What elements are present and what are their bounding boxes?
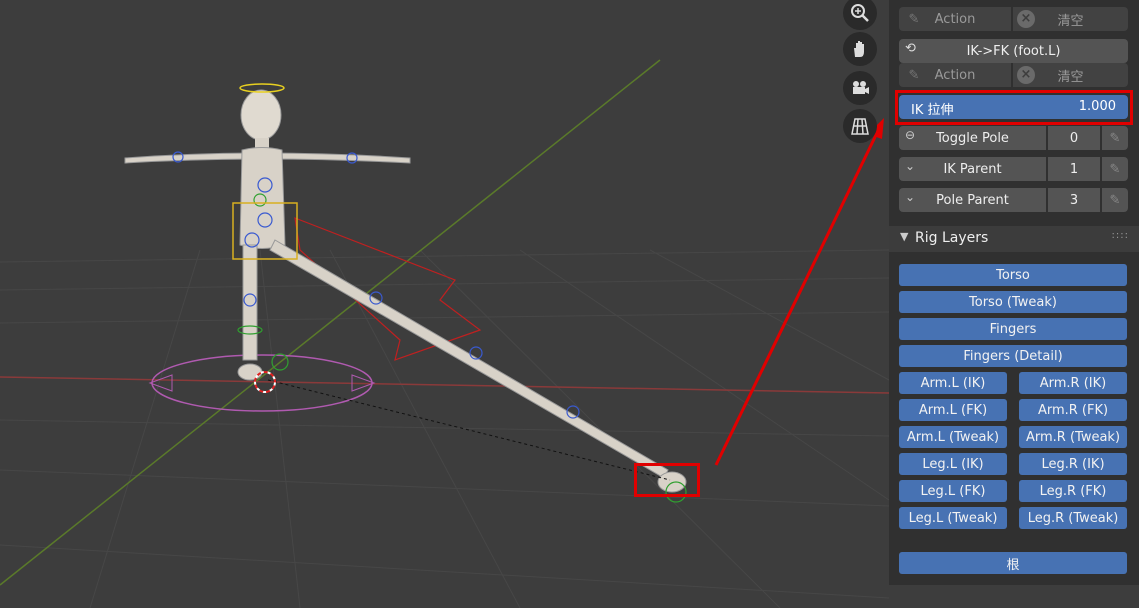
- chevron-down-icon: ⌄: [905, 159, 916, 173]
- layer-label: Fingers: [989, 321, 1037, 337]
- layer-button-leg-r-fk[interactable]: Leg.R (FK): [1019, 480, 1127, 502]
- layer-button-arm-r-tweak[interactable]: Arm.R (Tweak): [1019, 426, 1127, 448]
- foot-highlight-box: [634, 463, 700, 497]
- hand-icon[interactable]: [843, 32, 877, 66]
- layer-label: Arm.L (FK): [918, 402, 988, 418]
- ik-parent-row: ⌄ IK Parent 1 ✎: [899, 157, 1128, 181]
- layer-button-leg-l-tweak[interactable]: Leg.L (Tweak): [899, 507, 1007, 529]
- layer-button-arm-l-tweak[interactable]: Arm.L (Tweak): [899, 426, 1007, 448]
- action-label: Action: [934, 67, 976, 83]
- eyedropper-icon[interactable]: ✎: [1102, 157, 1128, 181]
- layer-label: Leg.R (IK): [1041, 456, 1105, 472]
- layer-label: Leg.L (Tweak): [908, 510, 998, 526]
- clear-label: 清空: [1057, 13, 1084, 29]
- layer-label: Leg.R (Tweak): [1027, 510, 1119, 526]
- layer-label: Leg.L (FK): [920, 483, 986, 499]
- pole-parent-field[interactable]: 3: [1048, 188, 1100, 212]
- layer-button-arm-l-fk[interactable]: Arm.L (FK): [899, 399, 1007, 421]
- action-label: Action: [934, 11, 976, 27]
- layer-label: Torso (Tweak): [969, 294, 1057, 310]
- ik-parent-label: IK Parent: [943, 161, 1002, 177]
- eyedropper-icon[interactable]: ✎: [1102, 126, 1128, 150]
- action-row-top: Action ✎ 清空 ×: [899, 7, 1128, 31]
- layer-button-torso-tweak[interactable]: Torso (Tweak): [899, 291, 1127, 313]
- layer-label: Leg.R (FK): [1039, 483, 1107, 499]
- grid-icon[interactable]: [843, 109, 877, 143]
- action-row: Action ✎ 清空 ×: [899, 63, 1128, 87]
- pole-parent-value: 3: [1069, 192, 1079, 208]
- toggle-pole-field[interactable]: 0: [1048, 126, 1100, 150]
- layer-label: Arm.L (IK): [920, 375, 986, 391]
- ik-parent-field[interactable]: 1: [1048, 157, 1100, 181]
- ik-fk-label: IK->FK (foot.L): [966, 43, 1061, 59]
- eyedropper-icon[interactable]: ✎: [899, 63, 929, 87]
- 3d-viewport[interactable]: [0, 0, 889, 608]
- layer-button-fingers-detail[interactable]: Fingers (Detail): [899, 345, 1127, 367]
- layer-label: Arm.L (Tweak): [906, 429, 1000, 445]
- layer-label: Arm.R (Tweak): [1025, 429, 1121, 445]
- ik-parent-value: 1: [1069, 161, 1079, 177]
- layer-button-torso[interactable]: Torso: [899, 264, 1127, 286]
- chevron-down-icon: ⌄: [905, 190, 916, 204]
- layer-label: 根: [1006, 557, 1020, 573]
- toggle-pole-value: 0: [1069, 130, 1079, 146]
- triangle-down-icon: ▼: [900, 230, 909, 243]
- rig-layers-title: Rig Layers: [915, 230, 989, 246]
- eyedropper-icon[interactable]: ✎: [899, 7, 929, 31]
- close-icon[interactable]: ×: [1017, 66, 1035, 84]
- layer-button-arm-l-ik[interactable]: Arm.L (IK): [899, 372, 1007, 394]
- layer-button-leg-l-fk[interactable]: Leg.L (FK): [899, 480, 1007, 502]
- toggle-pole-row: ⊖ Toggle Pole 0 ✎: [899, 126, 1128, 150]
- layer-button-leg-r-ik[interactable]: Leg.R (IK): [1019, 453, 1127, 475]
- pole-parent-row: ⌄ Pole Parent 3 ✎: [899, 188, 1128, 212]
- close-icon[interactable]: ×: [1017, 10, 1035, 28]
- layer-button-leg-r-tweak[interactable]: Leg.R (Tweak): [1019, 507, 1127, 529]
- magnet-icon: ⟲: [905, 41, 916, 56]
- toggle-pole-label: Toggle Pole: [936, 130, 1009, 146]
- pole-parent-label: Pole Parent: [936, 192, 1009, 208]
- layer-label: Arm.R (FK): [1037, 402, 1109, 418]
- layer-label: Arm.R (IK): [1039, 375, 1107, 391]
- toggle-pole-name: ⊖ Toggle Pole: [899, 126, 1046, 150]
- drag-grip-icon[interactable]: ::::: [1112, 230, 1129, 241]
- layer-button-fingers[interactable]: Fingers: [899, 318, 1127, 340]
- ik-fk-row: ⟲ IK->FK (foot.L): [899, 39, 1128, 63]
- layer-button-leg-l-ik[interactable]: Leg.L (IK): [899, 453, 1007, 475]
- layer-label: Leg.L (IK): [922, 456, 984, 472]
- pole-icon: ⊖: [905, 128, 916, 142]
- layer-label: Fingers (Detail): [963, 348, 1063, 364]
- panel-bottom-strip: [889, 585, 1139, 608]
- layer-label: Torso: [996, 267, 1030, 283]
- pole-parent-dropdown[interactable]: ⌄ Pole Parent: [899, 188, 1046, 212]
- eyedropper-icon[interactable]: ✎: [1102, 188, 1128, 212]
- layer-button-arm-r-fk[interactable]: Arm.R (FK): [1019, 399, 1127, 421]
- layer-button-root[interactable]: 根: [899, 552, 1127, 574]
- ik-fk-button[interactable]: ⟲ IK->FK (foot.L): [899, 39, 1128, 63]
- camera-icon[interactable]: [843, 71, 877, 105]
- layer-button-arm-r-ik[interactable]: Arm.R (IK): [1019, 372, 1127, 394]
- rig-layers-header[interactable]: ▼ Rig Layers ::::: [889, 226, 1139, 252]
- clear-label: 清空: [1057, 69, 1084, 85]
- highlight-box: [895, 90, 1133, 125]
- ik-parent-dropdown[interactable]: ⌄ IK Parent: [899, 157, 1046, 181]
